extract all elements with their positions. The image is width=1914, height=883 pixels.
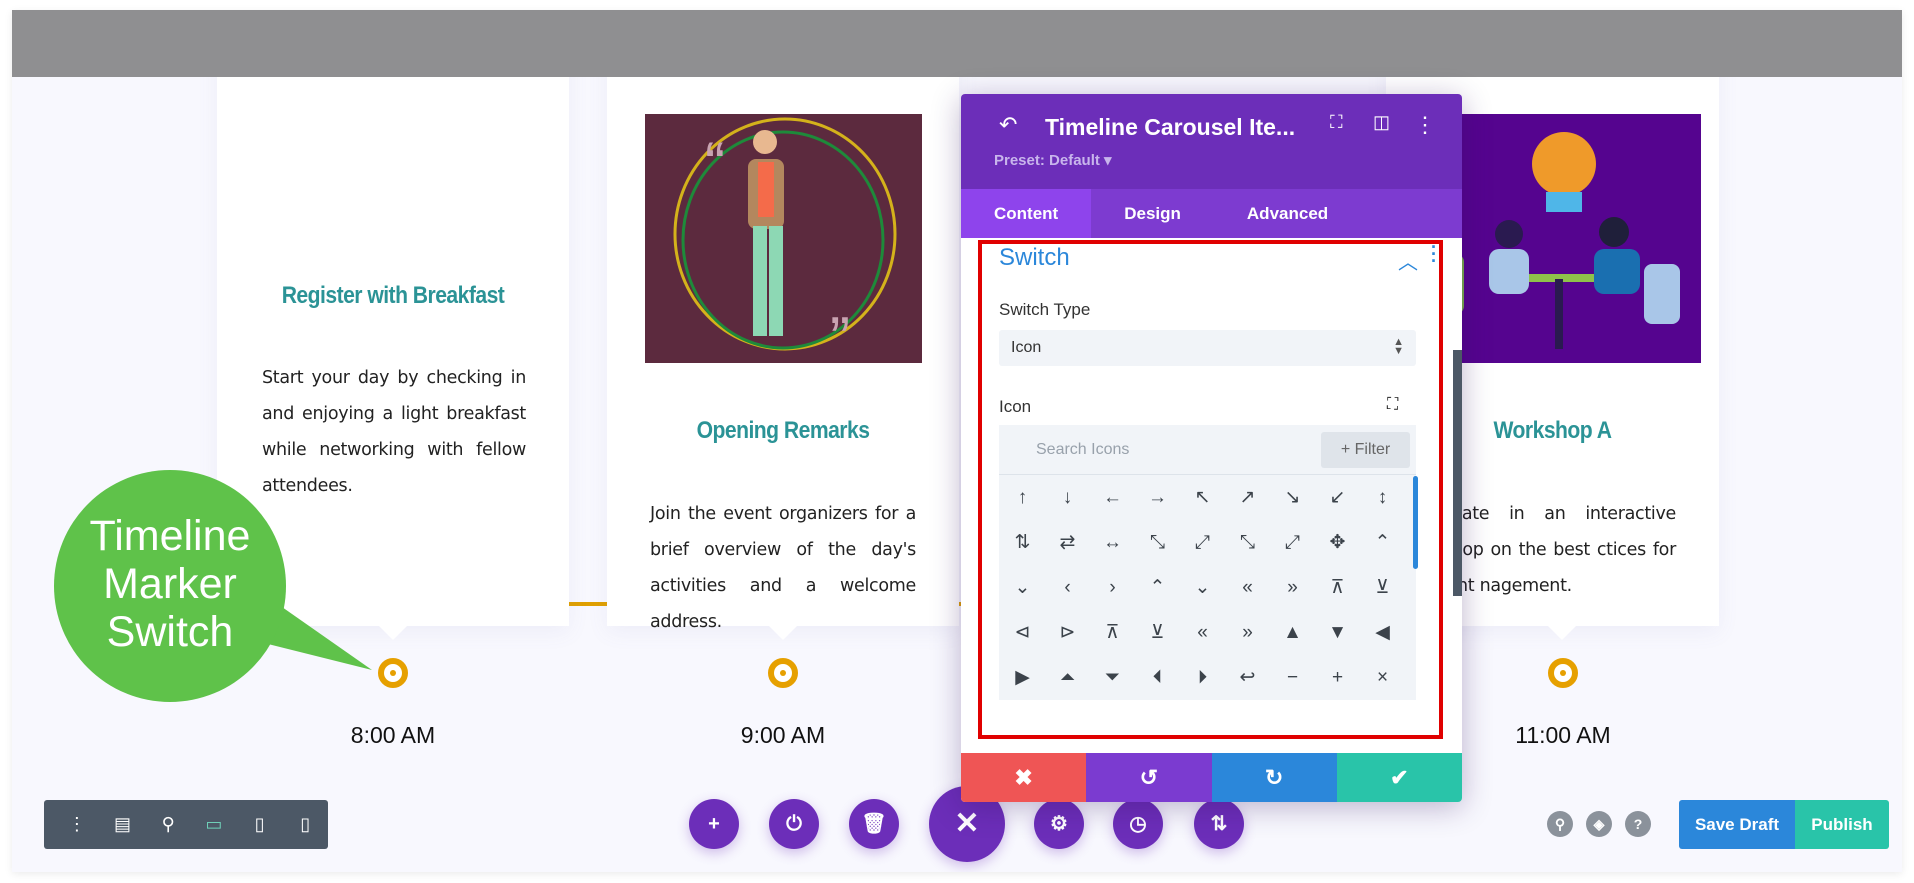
card-title: Register with Breakfast	[281, 282, 505, 309]
back-icon[interactable]: ↶	[999, 112, 1017, 138]
highlight-box	[978, 240, 1443, 739]
settings-panel: ↶ Timeline Carousel Ite... Preset: Defau…	[961, 94, 1462, 802]
publish-button[interactable]: Publish	[1795, 800, 1889, 849]
desktop-icon[interactable]: ▭	[191, 814, 237, 835]
panel-tabs: Content Design Advanced	[961, 189, 1462, 238]
page-canvas: Register with Breakfast Start your day b…	[12, 10, 1902, 872]
top-bar	[12, 10, 1902, 77]
zoom-icon[interactable]: ⚲	[145, 814, 191, 835]
card-title: Opening Remarks	[696, 417, 870, 444]
tab-advanced[interactable]: Advanced	[1214, 189, 1361, 238]
panel-title: Timeline Carousel Ite...	[1045, 114, 1296, 140]
card-body: ticipate in an interactive rkshop on the…	[1426, 504, 1676, 596]
timeline-marker-icon[interactable]	[768, 658, 798, 688]
sort-button[interactable]: ⇅	[1194, 799, 1244, 849]
view-mode-toolbar: ⋮ ▤ ⚲ ▭ ▯ ▯	[44, 800, 328, 849]
portability-button[interactable]: ⏻	[769, 799, 819, 849]
timeline-time: 8:00 AM	[350, 722, 436, 748]
card-image: “ ”	[645, 114, 922, 363]
settings-button[interactable]: ⚙	[1034, 799, 1084, 849]
card-image	[1424, 114, 1701, 363]
timeline-card[interactable]: “ ” Opening Remarks Join the event organ…	[607, 50, 959, 640]
preset-dropdown[interactable]: Preset: Default ▾	[994, 151, 1112, 169]
redo-button[interactable]: ↻	[1211, 753, 1337, 802]
panel-scrollbar[interactable]	[1453, 350, 1462, 596]
tablet-icon[interactable]: ▯	[237, 814, 283, 835]
undo-button[interactable]: ↺	[1086, 753, 1212, 802]
card-body: Start your day by checking in and enjoyi…	[262, 368, 526, 496]
history-button[interactable]: ◷	[1113, 799, 1163, 849]
more-options-icon[interactable]: ⋮	[1414, 112, 1436, 138]
layers-icon[interactable]: ◈	[1586, 811, 1612, 837]
tab-design[interactable]: Design	[1091, 189, 1214, 238]
panel-actions: ✖ ↺ ↻ ✔	[961, 753, 1462, 802]
phone-icon[interactable]: ▯	[282, 814, 328, 835]
wireframe-icon[interactable]: ▤	[100, 814, 146, 835]
delete-button[interactable]: 🗑	[849, 799, 899, 849]
timeline-marker-icon[interactable]	[1548, 658, 1578, 688]
panel-header: ↶ Timeline Carousel Ite... Preset: Defau…	[961, 94, 1462, 189]
timeline-time: 9:00 AM	[740, 722, 826, 748]
save-button[interactable]: ✔	[1336, 753, 1462, 802]
search-icon[interactable]: ⚲	[1547, 811, 1573, 837]
timeline-time: 11:00 AM	[1515, 722, 1611, 748]
add-button[interactable]: +	[689, 799, 739, 849]
tab-content[interactable]: Content	[961, 189, 1092, 238]
callout-bubble: Timeline Marker Switch	[54, 470, 286, 702]
help-icon[interactable]: ?	[1625, 811, 1651, 837]
card-pointer	[1548, 626, 1576, 640]
card-body: Join the event organizers for a brief ov…	[650, 504, 916, 632]
svg-text:”: ”	[830, 305, 850, 363]
split-view-icon[interactable]: ◫	[1373, 112, 1390, 133]
svg-text:“: “	[705, 130, 725, 197]
cancel-button[interactable]: ✖	[961, 753, 1087, 802]
card-pointer	[769, 626, 797, 640]
fullscreen-icon[interactable]: ⛶	[1330, 112, 1343, 133]
menu-dots-icon[interactable]: ⋮	[54, 814, 100, 835]
save-draft-button[interactable]: Save Draft	[1679, 800, 1795, 849]
